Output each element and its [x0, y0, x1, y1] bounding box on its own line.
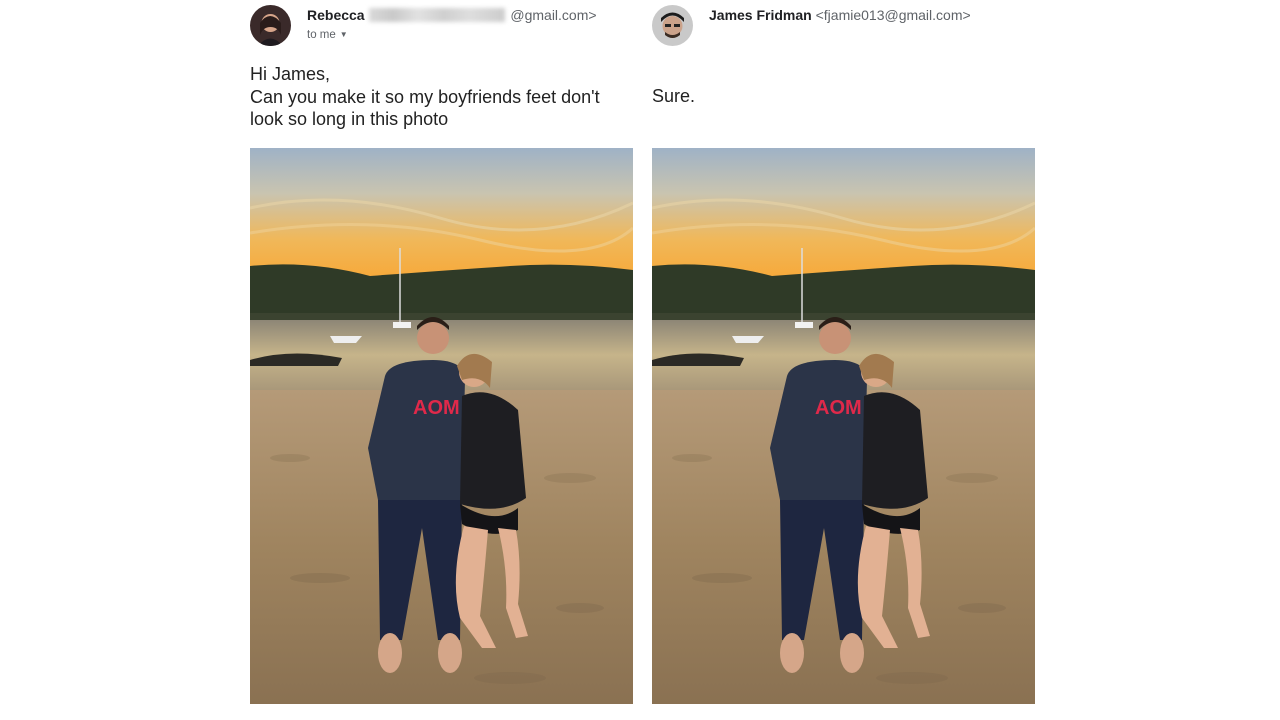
email-body: Sure.	[652, 85, 695, 108]
redacted-email-block	[369, 8, 506, 22]
body-line: Can you make it so my boyfriends feet do…	[250, 86, 600, 107]
chevron-down-icon[interactable]: ▼	[340, 30, 348, 39]
sender-avatar[interactable]	[250, 5, 291, 46]
recipient-label: to me	[307, 29, 336, 41]
sender-avatar[interactable]	[652, 5, 693, 46]
attached-photo-original[interactable]	[250, 148, 633, 704]
body-line: Hi James,	[250, 64, 331, 84]
sender-name[interactable]: Rebecca	[307, 7, 365, 23]
sender-line: Rebecca @gmail.com>	[307, 7, 597, 23]
sender-email: @gmail.com>	[510, 7, 597, 23]
attached-photo-edited[interactable]	[652, 148, 1035, 704]
sender-line: James Fridman <fjamie013@gmail.com>	[709, 7, 971, 23]
body-line: look so long in this photo	[250, 109, 449, 129]
sender-email: <fjamie013@gmail.com>	[815, 7, 971, 23]
body-line: Sure.	[652, 86, 696, 106]
email-body: Hi James, Can you make it so my boyfrien…	[250, 63, 640, 131]
recipient-details-toggle[interactable]: to me ▼	[307, 29, 348, 41]
sender-name[interactable]: James Fridman	[709, 7, 812, 23]
